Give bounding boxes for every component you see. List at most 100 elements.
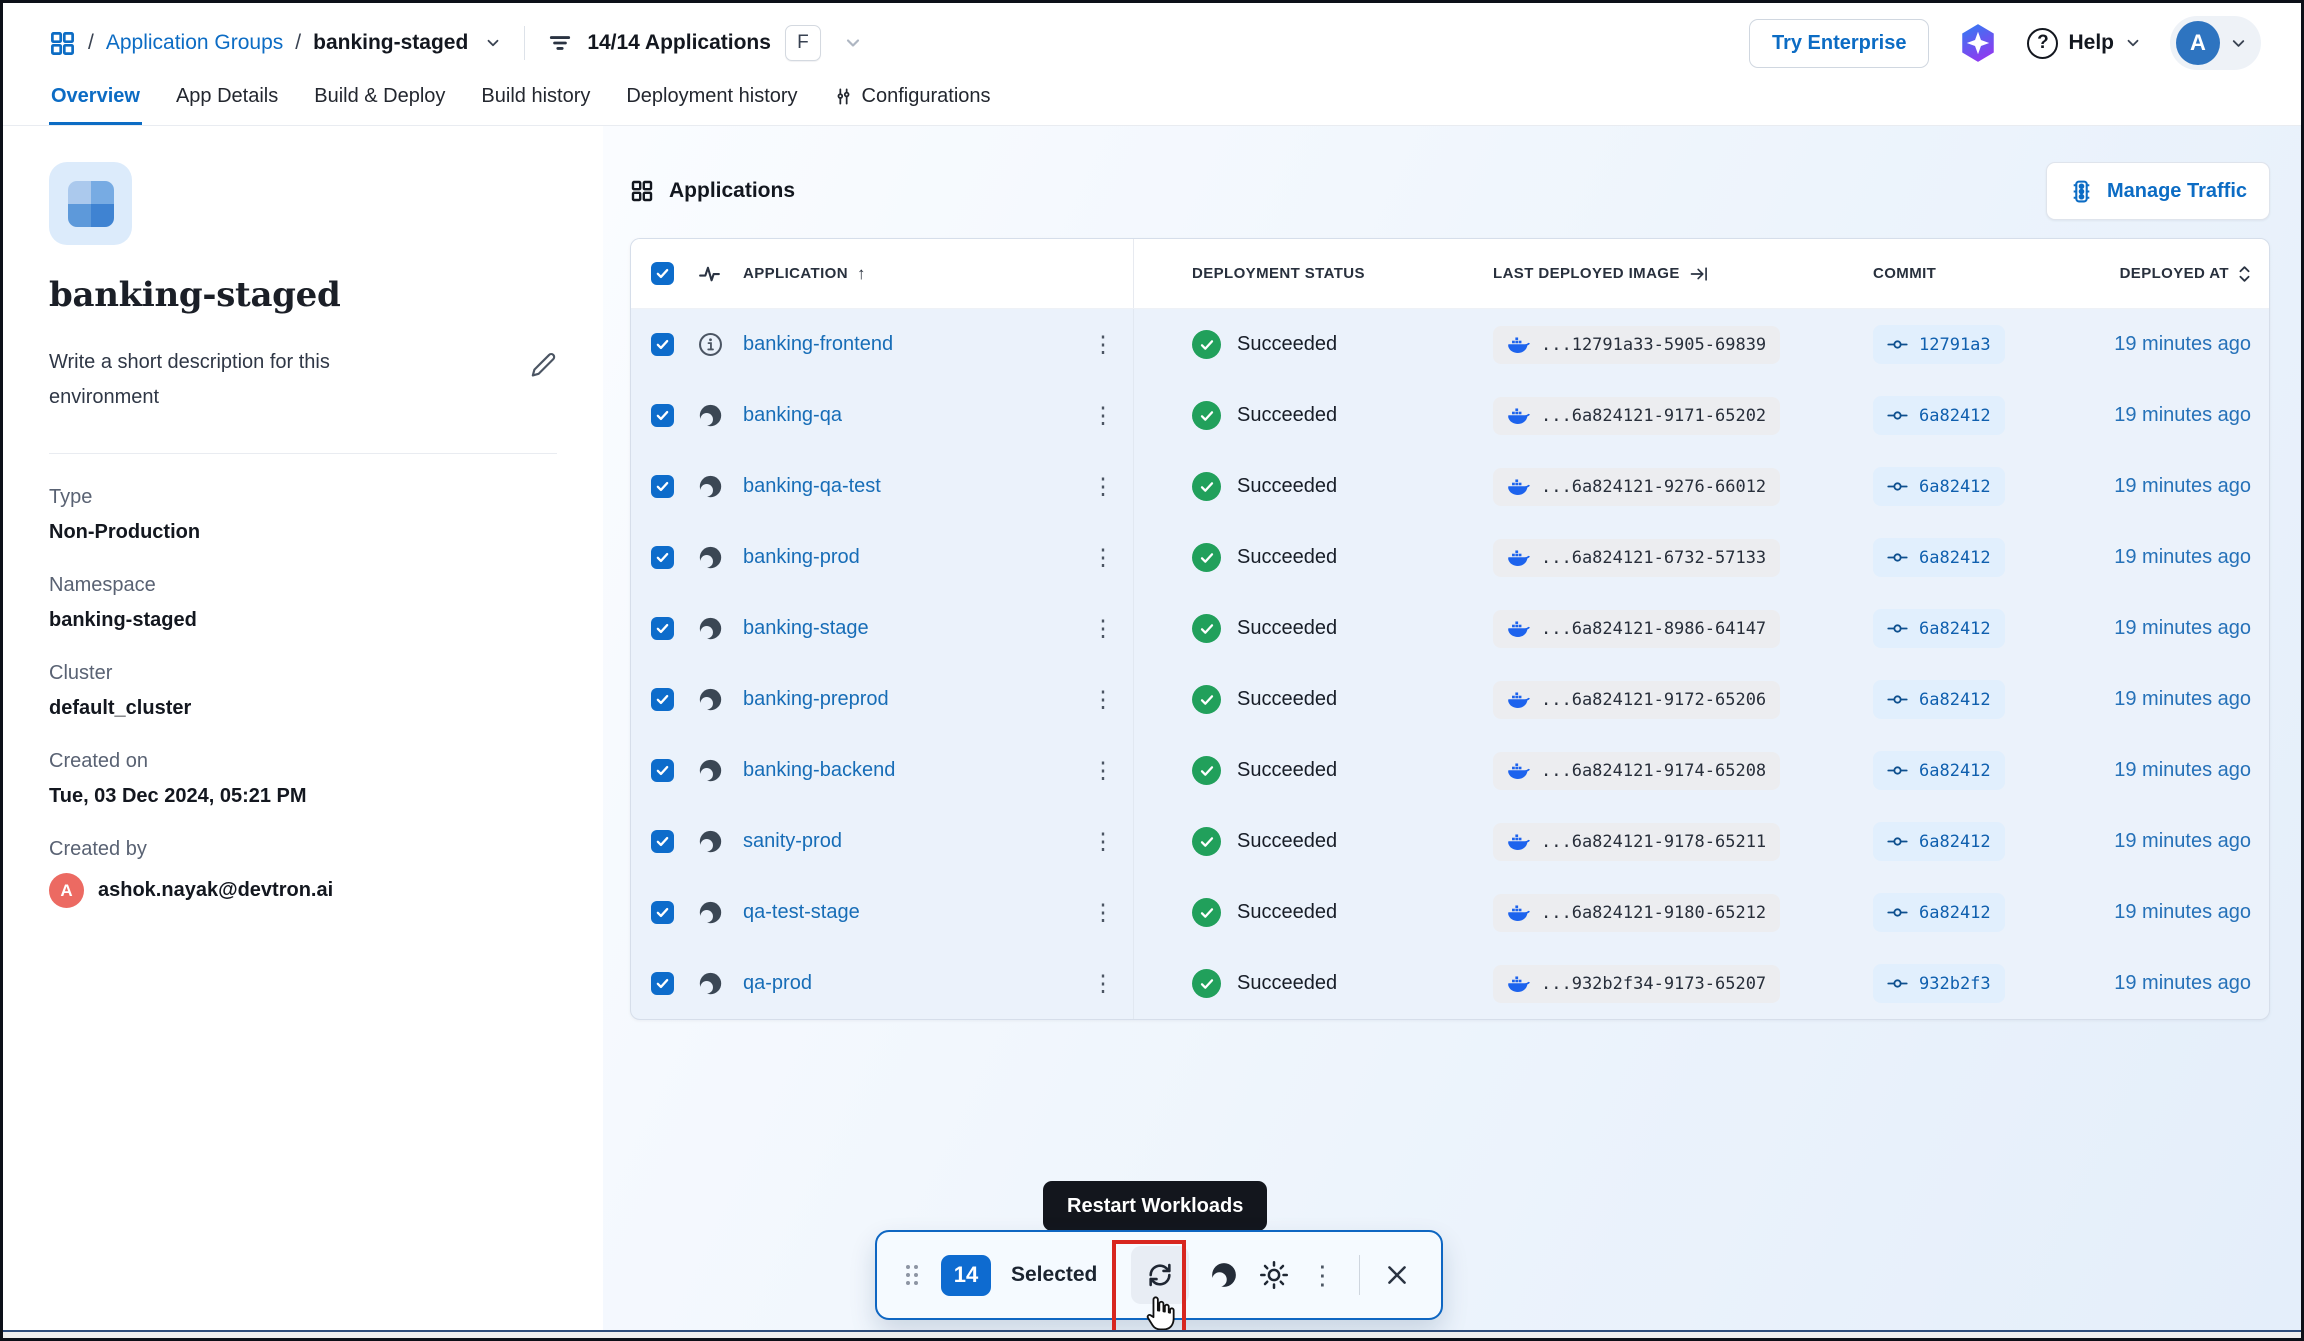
help-icon: ? [2027, 28, 2058, 59]
tab-overview[interactable]: Overview [49, 83, 142, 125]
breadcrumb-chevron-icon[interactable] [484, 34, 502, 52]
commit-hash: 6a82412 [1919, 477, 1991, 497]
applications-filter[interactable]: 14/14 Applications F [547, 25, 863, 61]
pie-chart-icon[interactable] [697, 970, 743, 997]
row-checkbox[interactable] [651, 617, 674, 640]
commit-chip[interactable]: 6a82412 [1873, 538, 2005, 577]
hibernate-button[interactable] [1209, 1260, 1239, 1290]
row-checkbox[interactable] [651, 901, 674, 924]
info-icon[interactable] [697, 331, 743, 358]
commit-chip[interactable]: 12791a3 [1873, 325, 2005, 364]
success-check-icon [1192, 756, 1221, 785]
row-checkbox[interactable] [651, 333, 674, 356]
image-tag: ...6a824121-9174-65208 [1541, 761, 1766, 781]
status-text: Succeeded [1237, 759, 1337, 782]
row-kebab-button[interactable]: ⋮ [1092, 333, 1115, 356]
app-name-link[interactable]: banking-prod [743, 546, 1073, 569]
help-button[interactable]: ? Help [2027, 28, 2142, 59]
row-checkbox[interactable] [651, 475, 674, 498]
docker-icon [1507, 406, 1530, 425]
app-name-link[interactable]: qa-prod [743, 972, 1073, 995]
manage-traffic-label: Manage Traffic [2107, 180, 2247, 203]
toolbar-kebab-button[interactable]: ⋮ [1309, 1262, 1335, 1288]
help-chevron-icon [2124, 34, 2142, 52]
breadcrumb-root-link[interactable]: Application Groups [106, 31, 283, 55]
unhibernate-button[interactable] [1259, 1260, 1289, 1290]
pie-chart-icon[interactable] [697, 615, 743, 642]
try-enterprise-button[interactable]: Try Enterprise [1749, 19, 1930, 68]
enterprise-spark-icon[interactable] [1957, 22, 1999, 64]
commit-hash: 6a82412 [1919, 619, 1991, 639]
image-chip: ...6a824121-8986-64147 [1493, 610, 1780, 648]
row-checkbox[interactable] [651, 404, 674, 427]
app-name-link[interactable]: banking-qa-test [743, 475, 1073, 498]
image-tag: ...12791a33-5905-69839 [1541, 335, 1766, 355]
row-checkbox[interactable] [651, 830, 674, 853]
tab-configurations[interactable]: Configurations [832, 83, 993, 125]
column-deployed-at[interactable]: DEPLOYED AT [2073, 264, 2251, 284]
row-checkbox[interactable] [651, 546, 674, 569]
tab-label: Configurations [862, 85, 991, 108]
success-check-icon [1192, 330, 1221, 359]
row-checkbox[interactable] [651, 688, 674, 711]
app-name-link[interactable]: banking-backend [743, 759, 1073, 782]
commit-chip[interactable]: 6a82412 [1873, 751, 2005, 790]
edit-description-button[interactable] [530, 351, 557, 378]
pie-chart-icon[interactable] [697, 757, 743, 784]
header-checkbox[interactable] [651, 262, 674, 285]
pie-chart-icon[interactable] [697, 544, 743, 571]
row-kebab-button[interactable]: ⋮ [1092, 830, 1115, 853]
app-name-link[interactable]: banking-frontend [743, 333, 1073, 356]
tab-app-details[interactable]: App Details [174, 83, 280, 125]
commit-chip[interactable]: 6a82412 [1873, 396, 2005, 435]
row-kebab-button[interactable]: ⋮ [1092, 475, 1115, 498]
header-divider [524, 26, 525, 60]
row-kebab-button[interactable]: ⋮ [1092, 688, 1115, 711]
tab-label: Overview [51, 85, 140, 108]
commit-chip[interactable]: 932b2f3 [1873, 964, 2005, 1003]
row-kebab-button[interactable]: ⋮ [1092, 901, 1115, 924]
row-checkbox[interactable] [651, 759, 674, 782]
image-tag: ...6a824121-9172-65206 [1541, 690, 1766, 710]
row-kebab-button[interactable]: ⋮ [1092, 546, 1115, 569]
tab-build-deploy[interactable]: Build & Deploy [312, 83, 447, 125]
commit-chip[interactable]: 6a82412 [1873, 680, 2005, 719]
status-text: Succeeded [1237, 972, 1337, 995]
image-tag: ...6a824121-6732-57133 [1541, 548, 1766, 568]
commit-chip[interactable]: 6a82412 [1873, 467, 2005, 506]
selected-label: Selected [1011, 1263, 1097, 1287]
app-name-link[interactable]: banking-preprod [743, 688, 1073, 711]
pie-chart-icon[interactable] [697, 473, 743, 500]
filter-chevron-icon[interactable] [843, 33, 863, 53]
app-name-link[interactable]: qa-test-stage [743, 901, 1073, 924]
pie-chart-icon[interactable] [697, 686, 743, 713]
app-name-link[interactable]: sanity-prod [743, 830, 1073, 853]
docker-icon [1507, 335, 1530, 354]
pie-chart-icon[interactable] [697, 828, 743, 855]
row-kebab-button[interactable]: ⋮ [1092, 617, 1115, 640]
tab-deployment-history[interactable]: Deployment history [624, 83, 799, 125]
user-menu[interactable]: A [2170, 16, 2261, 70]
row-kebab-button[interactable]: ⋮ [1092, 404, 1115, 427]
row-kebab-button[interactable]: ⋮ [1092, 759, 1115, 782]
commit-chip[interactable]: 6a82412 [1873, 893, 2005, 932]
drag-handle[interactable] [903, 1262, 921, 1288]
row-checkbox[interactable] [651, 972, 674, 995]
commit-hash: 6a82412 [1919, 406, 1991, 426]
commit-chip[interactable]: 6a82412 [1873, 609, 2005, 648]
table-row: banking-stage ⋮ Succeeded ...6a824121-89… [631, 593, 2269, 664]
column-application[interactable]: APPLICATION ↑ [743, 264, 1073, 284]
app-group-logo-icon[interactable] [49, 30, 76, 57]
app-name-link[interactable]: banking-stage [743, 617, 1073, 640]
pie-chart-icon[interactable] [697, 899, 743, 926]
commit-chip[interactable]: 6a82412 [1873, 822, 2005, 861]
pie-chart-icon[interactable] [697, 402, 743, 429]
tab-label: Build & Deploy [314, 85, 445, 108]
image-tag: ...6a824121-9180-65212 [1541, 903, 1766, 923]
manage-traffic-button[interactable]: Manage Traffic [2046, 162, 2270, 220]
app-name-link[interactable]: banking-qa [743, 404, 1073, 427]
close-toolbar-button[interactable] [1384, 1262, 1410, 1288]
row-kebab-button[interactable]: ⋮ [1092, 972, 1115, 995]
table-header: APPLICATION ↑ DEPLOYMENT STATUS LAST DEP… [631, 239, 2269, 309]
tab-build-history[interactable]: Build history [479, 83, 592, 125]
